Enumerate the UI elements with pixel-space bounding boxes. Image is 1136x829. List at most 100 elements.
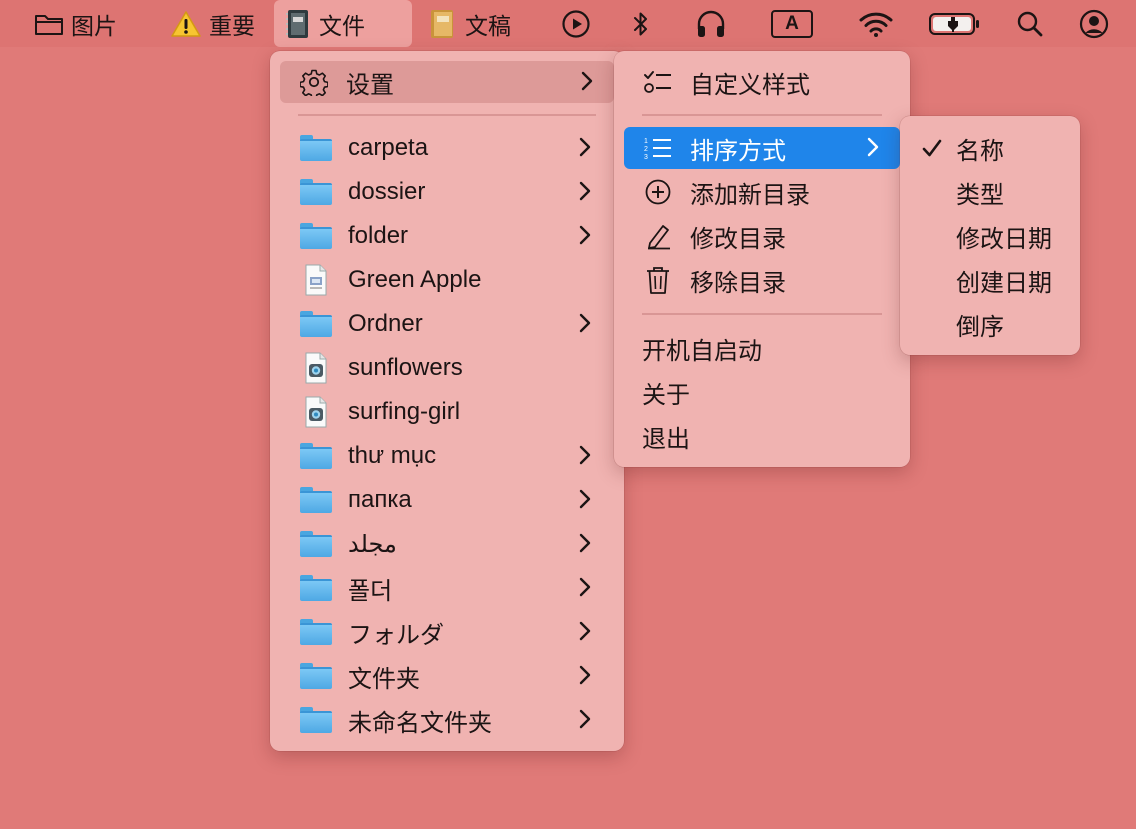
menu-item-folder[interactable]: carpeta bbox=[282, 127, 612, 169]
menu-item-label: папка bbox=[348, 486, 412, 513]
menubar-label: 重要 bbox=[209, 12, 255, 39]
headphones-icon[interactable] bbox=[695, 0, 727, 47]
chevron-right-icon bbox=[581, 71, 593, 91]
chevron-right-icon bbox=[579, 225, 591, 245]
menu-item-label: surfing-girl bbox=[348, 398, 461, 425]
menu-item-label: 修改日期 bbox=[956, 225, 1052, 253]
menu-item-sort-by[interactable]: 123 排序方式 bbox=[624, 127, 900, 169]
menu-item-label: フォルダ bbox=[348, 621, 444, 649]
chevron-right-icon bbox=[579, 709, 591, 729]
menu-separator bbox=[642, 114, 882, 116]
svg-text:2: 2 bbox=[644, 146, 648, 153]
menu-item-folder[interactable]: 未命名文件夹 bbox=[282, 699, 612, 741]
menu-item-folder[interactable]: thư mục bbox=[282, 435, 612, 477]
menu-item-image[interactable]: sunflowers bbox=[282, 347, 612, 389]
folder-icon bbox=[298, 221, 334, 251]
menu-item-add-directory[interactable]: 添加新目录 bbox=[624, 171, 900, 213]
menu-item-label: sunflowers bbox=[348, 354, 463, 381]
menu-separator bbox=[298, 114, 596, 116]
menubar-label: 文件 bbox=[319, 12, 365, 39]
chevron-right-icon bbox=[579, 533, 591, 553]
menu-item-image[interactable]: surfing-girl bbox=[282, 391, 612, 433]
menu-item-folder[interactable]: dossier bbox=[282, 171, 612, 213]
menu-item-folder[interactable]: папка bbox=[282, 479, 612, 521]
menu-item-label: carpeta bbox=[348, 134, 429, 161]
menubar-item-images[interactable]: 图片 bbox=[34, 0, 117, 47]
menubar-label: 文稿 bbox=[465, 12, 511, 39]
menu-item-remove-directory[interactable]: 移除目录 bbox=[624, 259, 900, 301]
menubar-item-docs[interactable]: 文稿 bbox=[428, 0, 511, 47]
sort-option[interactable]: 倒序 bbox=[910, 303, 1070, 345]
svg-text:3: 3 bbox=[644, 154, 648, 161]
sort-option[interactable]: 类型 bbox=[910, 171, 1070, 213]
menu-item-folder[interactable]: folder bbox=[282, 215, 612, 257]
menubar-item-files[interactable]: 文件 bbox=[274, 0, 412, 47]
menu-item-label: folder bbox=[348, 222, 409, 249]
trash-icon bbox=[640, 265, 676, 295]
image-file-icon bbox=[298, 396, 334, 428]
chevron-right-icon bbox=[579, 489, 591, 509]
menu-item-custom-style[interactable]: 自定义样式 bbox=[624, 61, 900, 103]
user-account-icon[interactable] bbox=[1078, 0, 1110, 47]
menu-item-label: thư mục bbox=[348, 442, 437, 469]
sort-submenu: 名称类型修改日期创建日期倒序 bbox=[900, 116, 1080, 355]
folder-icon bbox=[298, 617, 334, 647]
menu-item-label: Green Apple bbox=[348, 266, 482, 293]
sort-option[interactable]: 创建日期 bbox=[910, 259, 1070, 301]
image-file-icon bbox=[298, 352, 334, 384]
chevron-right-icon bbox=[579, 313, 591, 333]
menu-item-edit-directory[interactable]: 修改目录 bbox=[624, 215, 900, 257]
chevron-right-icon bbox=[579, 621, 591, 641]
menubar-item-important[interactable]: 重要 bbox=[170, 0, 255, 47]
menu-item-label: 退出 bbox=[642, 425, 690, 453]
search-icon[interactable] bbox=[1016, 0, 1044, 47]
menu-item-label: 类型 bbox=[956, 181, 1004, 209]
input-source-icon[interactable]: A bbox=[771, 0, 813, 47]
menu-item-launch-at-login[interactable]: 开机自启动 bbox=[624, 327, 900, 369]
chevron-right-icon bbox=[579, 665, 591, 685]
menu-item-label: 倒序 bbox=[956, 313, 1004, 341]
folder-icon bbox=[298, 441, 334, 471]
gear-icon bbox=[296, 67, 332, 97]
menu-item-label: 排序方式 bbox=[690, 137, 786, 165]
chevron-right-icon bbox=[579, 137, 591, 157]
menu-item-label: 自定义样式 bbox=[690, 71, 810, 99]
menu-item-folder[interactable]: Ordner bbox=[282, 303, 612, 345]
folder-icon bbox=[298, 177, 334, 207]
menu-item-quit[interactable]: 退出 bbox=[624, 415, 900, 457]
menu-item-folder[interactable]: 文件夹 bbox=[282, 655, 612, 697]
chevron-right-icon bbox=[579, 577, 591, 597]
menu-item-folder[interactable]: مجلد bbox=[282, 523, 612, 565]
menu-item-folder[interactable]: 폴더 bbox=[282, 567, 612, 609]
plus-circle-icon bbox=[640, 177, 676, 207]
menu-item-label: 名称 bbox=[956, 137, 1004, 165]
menu-item-about[interactable]: 关于 bbox=[624, 371, 900, 413]
battery-charging-icon[interactable] bbox=[928, 0, 982, 47]
book-icon bbox=[428, 8, 458, 40]
menu-item-label: مجلد bbox=[348, 530, 397, 558]
menu-item-settings[interactable]: 设置 bbox=[280, 61, 614, 103]
checkmark-icon bbox=[918, 138, 946, 158]
menu-item-document[interactable]: Green Apple bbox=[282, 259, 612, 301]
menu-item-folder[interactable]: フォルダ bbox=[282, 611, 612, 653]
bluetooth-icon[interactable] bbox=[631, 0, 651, 47]
menu-item-label: 修改目录 bbox=[690, 225, 786, 253]
chevron-right-icon bbox=[579, 445, 591, 465]
document-icon bbox=[298, 264, 334, 296]
svg-text:1: 1 bbox=[644, 138, 648, 145]
menu-item-label: Ordner bbox=[348, 310, 423, 337]
folder-icon bbox=[298, 705, 334, 735]
files-menu: 设置 carpeta dossier folder Green Apple Ordner… bbox=[270, 51, 624, 751]
wifi-icon[interactable] bbox=[859, 0, 893, 47]
menu-item-label: dossier bbox=[348, 178, 426, 205]
folder-icon bbox=[298, 661, 334, 691]
settings-submenu: 自定义样式 123 排序方式 添加新目录 修改目录 移除目录 开机自启动 关于 … bbox=[614, 51, 910, 467]
menu-separator bbox=[642, 313, 882, 315]
sort-option[interactable]: 修改日期 bbox=[910, 215, 1070, 257]
sort-option[interactable]: 名称 bbox=[910, 127, 1070, 169]
menu-item-label: 폴더 bbox=[348, 577, 393, 605]
folder-icon bbox=[298, 573, 334, 603]
folder-outline-icon bbox=[34, 12, 64, 36]
folder-icon bbox=[298, 529, 334, 559]
play-circle-icon[interactable] bbox=[561, 0, 591, 47]
